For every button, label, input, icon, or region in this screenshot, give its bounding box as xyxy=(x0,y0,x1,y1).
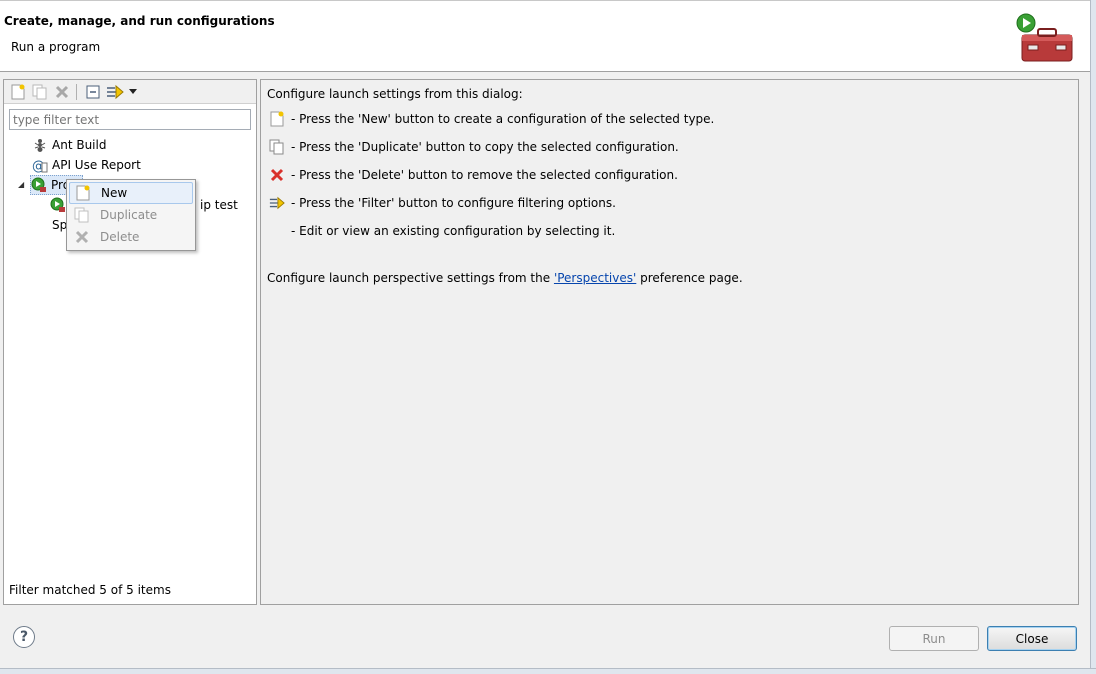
run-button[interactable]: Run xyxy=(889,626,979,651)
program-icon xyxy=(31,177,47,193)
configuration-detail-panel: Configure launch settings from this dial… xyxy=(260,79,1079,605)
tree-item-label: ip test xyxy=(200,198,238,212)
menu-item-new[interactable]: New xyxy=(69,182,193,204)
help-line-text: - Press the 'Duplicate' button to copy t… xyxy=(291,140,679,154)
configuration-toolbar xyxy=(4,80,256,104)
dialog-header: Create, manage, and run configurations R… xyxy=(0,0,1090,72)
dialog-subtitle: Run a program xyxy=(11,40,101,54)
toolbox-run-icon xyxy=(1014,13,1076,65)
configuration-list-panel: Ant Build @ API Use Report ◢ Pro ip test… xyxy=(3,79,257,605)
view-menu-dropdown-icon[interactable] xyxy=(127,83,139,101)
delete-icon xyxy=(74,229,90,245)
filter-icon xyxy=(269,195,285,211)
help-line-filter: - Press the 'Filter' button to configure… xyxy=(269,193,616,213)
context-menu: New Duplicate Delete xyxy=(66,179,196,251)
delete-icon xyxy=(269,167,285,183)
filter-icon[interactable] xyxy=(106,83,124,101)
tree-item-label: Ant Build xyxy=(52,138,107,152)
menu-item-delete[interactable]: Delete xyxy=(69,226,193,248)
duplicate-icon[interactable] xyxy=(31,83,49,101)
help-line-new: - Press the 'New' button to create a con… xyxy=(269,109,714,129)
help-line-text: - Press the 'Delete' button to remove th… xyxy=(291,168,678,182)
perspective-prefix: Configure launch perspective settings fr… xyxy=(267,271,554,285)
menu-item-label: Duplicate xyxy=(100,208,158,222)
help-line-text: - Press the 'New' button to create a con… xyxy=(291,112,715,126)
filter-input[interactable] xyxy=(9,109,251,130)
help-line-delete: - Press the 'Delete' button to remove th… xyxy=(269,165,678,185)
api-report-icon: @ xyxy=(32,157,48,173)
help-button[interactable]: ? xyxy=(13,626,35,648)
menu-item-duplicate[interactable]: Duplicate xyxy=(69,204,193,226)
toolbar-separator xyxy=(76,84,77,100)
new-config-icon xyxy=(75,185,91,201)
close-button[interactable]: Close xyxy=(987,626,1077,651)
ant-icon xyxy=(32,137,48,153)
menu-item-label: New xyxy=(101,186,128,200)
new-config-icon xyxy=(269,111,285,127)
tree-item-sp[interactable]: Sp xyxy=(52,215,67,235)
menu-item-label: Delete xyxy=(100,230,140,244)
tree-item-ant-build[interactable]: Ant Build xyxy=(32,135,106,155)
perspective-suffix: preference page. xyxy=(636,271,743,285)
delete-icon[interactable] xyxy=(53,83,71,101)
filter-status: Filter matched 5 of 5 items xyxy=(9,583,171,597)
tree-item-label: Sp xyxy=(52,218,68,232)
help-line-text: - Edit or view an existing configuration… xyxy=(291,224,616,238)
program-child-icon xyxy=(50,197,66,213)
window-frame-bottom xyxy=(0,668,1096,674)
perspective-settings-line: Configure launch perspective settings fr… xyxy=(267,268,743,288)
help-line-duplicate: - Press the 'Duplicate' button to copy t… xyxy=(269,137,679,157)
collapse-all-icon[interactable] xyxy=(84,83,102,101)
intro-text: Configure launch settings from this dial… xyxy=(267,87,523,101)
dialog-title: Create, manage, and run configurations xyxy=(4,14,275,28)
help-line-edit: - Edit or view an existing configuration… xyxy=(291,221,615,241)
tree-item-api-use-report[interactable]: @ API Use Report xyxy=(32,155,141,175)
new-config-icon[interactable] xyxy=(9,83,27,101)
perspectives-link[interactable]: 'Perspectives' xyxy=(554,271,636,285)
tree-expander-icon[interactable]: ◢ xyxy=(18,180,24,189)
tree-item-label: API Use Report xyxy=(52,158,141,172)
duplicate-icon xyxy=(269,139,285,155)
help-line-text: - Press the 'Filter' button to configure… xyxy=(291,196,616,210)
duplicate-icon xyxy=(74,207,90,223)
window-frame-right xyxy=(1090,0,1096,674)
